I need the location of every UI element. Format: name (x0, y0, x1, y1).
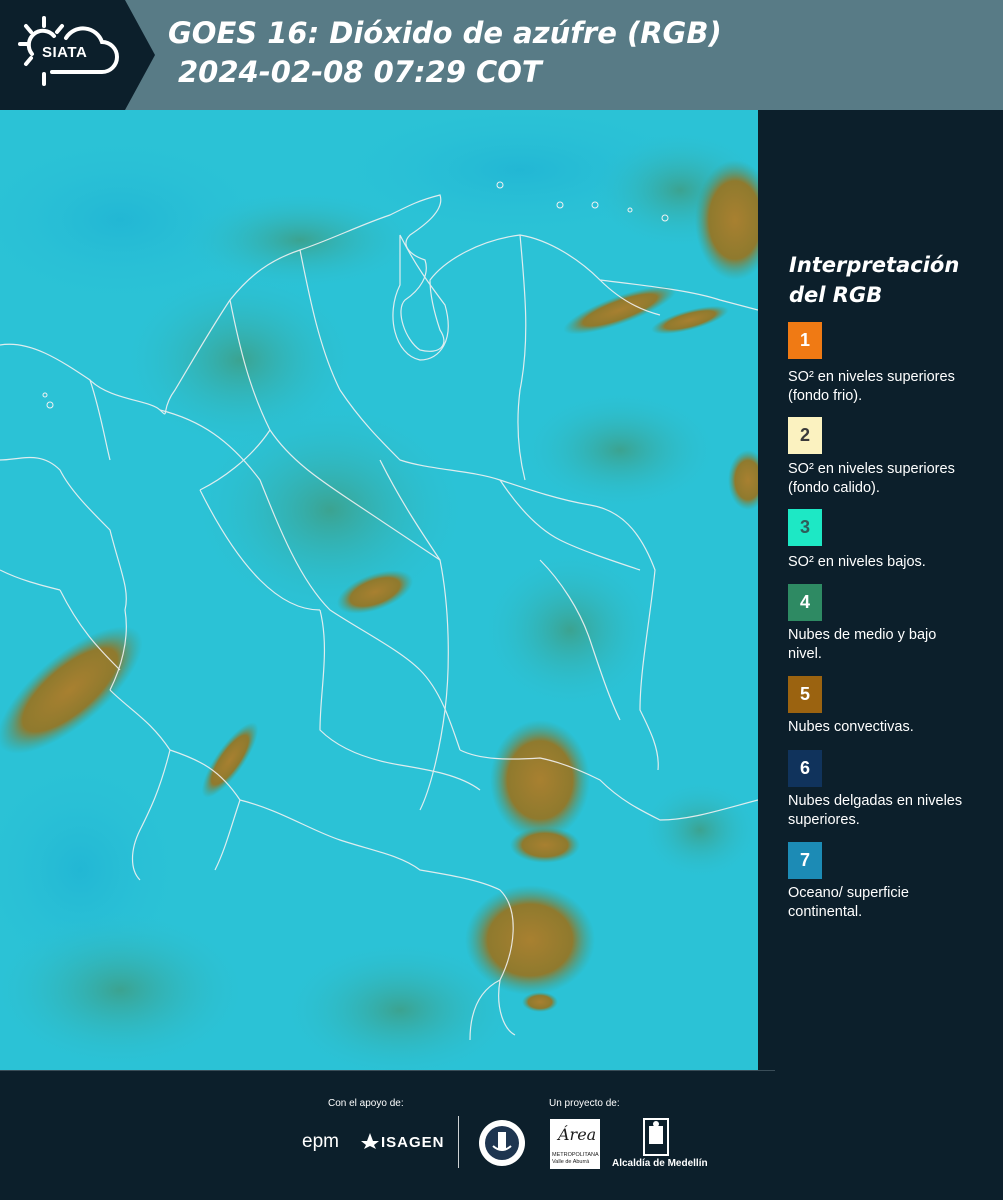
legend-label-3: SO² en niveles bajos. (788, 554, 926, 570)
alcaldia-logo-text: Alcaldía de Medellín (612, 1158, 708, 1169)
isagen-logo-icon (361, 1133, 379, 1149)
legend-number-6: 6 (799, 758, 810, 778)
legend-title: Interpretación del RGB (789, 253, 960, 307)
metro-logo-sub: METROPOLITANA Valle de Aburrá (552, 1152, 599, 1165)
legend-number-4: 4 (799, 592, 810, 612)
timestamp: 2024-02-08 07:29 COT (178, 55, 542, 89)
legend-swatch-2: 2 (788, 417, 822, 454)
legend-label-6: Nubes delgadas en niveles superiores. (788, 793, 963, 828)
legend-label-1: SO² en niveles superiores (fondo frio). (788, 369, 955, 404)
header-bar: SIATA GOES 16: Dióxido de azúfre (RGB) 2… (0, 0, 1003, 110)
seal-logo-icon (479, 1120, 525, 1166)
footer-divider (458, 1116, 459, 1168)
legend-swatch-6: 6 (788, 750, 822, 787)
legend-swatch-5: 5 (788, 676, 822, 713)
epm-logo: epm (302, 1131, 339, 1152)
legend-label-2: SO² en niveles superiores (fondo calido)… (788, 461, 955, 496)
footer-divider-line (0, 1070, 775, 1071)
area-metropolitana-logo: Área METROPOLITANA Valle de Aburrá (550, 1119, 600, 1169)
legend-swatch-3: 3 (788, 509, 822, 546)
metro-logo-letter: Área (558, 1125, 597, 1144)
siata-logo: SIATA (0, 0, 155, 110)
legend-label-7: Oceano/ superficie continental. (788, 885, 909, 920)
isagen-logo: ISAGEN (381, 1134, 445, 1151)
legend-swatch-7: 7 (788, 842, 822, 879)
legend-number-3: 3 (799, 517, 810, 537)
legend-label-4: Nubes de medio y bajo nivel. (788, 627, 937, 662)
project-label: Un proyecto de: (549, 1098, 620, 1109)
page-title: GOES 16: Dióxido de azúfre (RGB) (168, 16, 722, 50)
legend-number-1: 1 (799, 330, 810, 350)
support-label: Con el apoyo de: (328, 1098, 404, 1109)
logo-text: SIATA (42, 44, 88, 61)
legend-swatch-1: 1 (788, 322, 822, 359)
legend-number-7: 7 (799, 850, 810, 870)
legend-swatch-4: 4 (788, 584, 822, 621)
satellite-map (0, 110, 758, 1070)
footer: Con el apoyo de: Un proyecto de: epm ISA… (0, 1070, 1003, 1200)
legend-number-5: 5 (799, 684, 810, 704)
legend-number-2: 2 (799, 425, 810, 445)
alcaldia-shield-icon (643, 1118, 669, 1156)
rgb-composite-image (0, 110, 758, 1070)
legend-panel: Interpretación del RGB 1 SO² en niveles … (758, 110, 1003, 1070)
legend-label-5: Nubes convectivas. (788, 719, 914, 735)
